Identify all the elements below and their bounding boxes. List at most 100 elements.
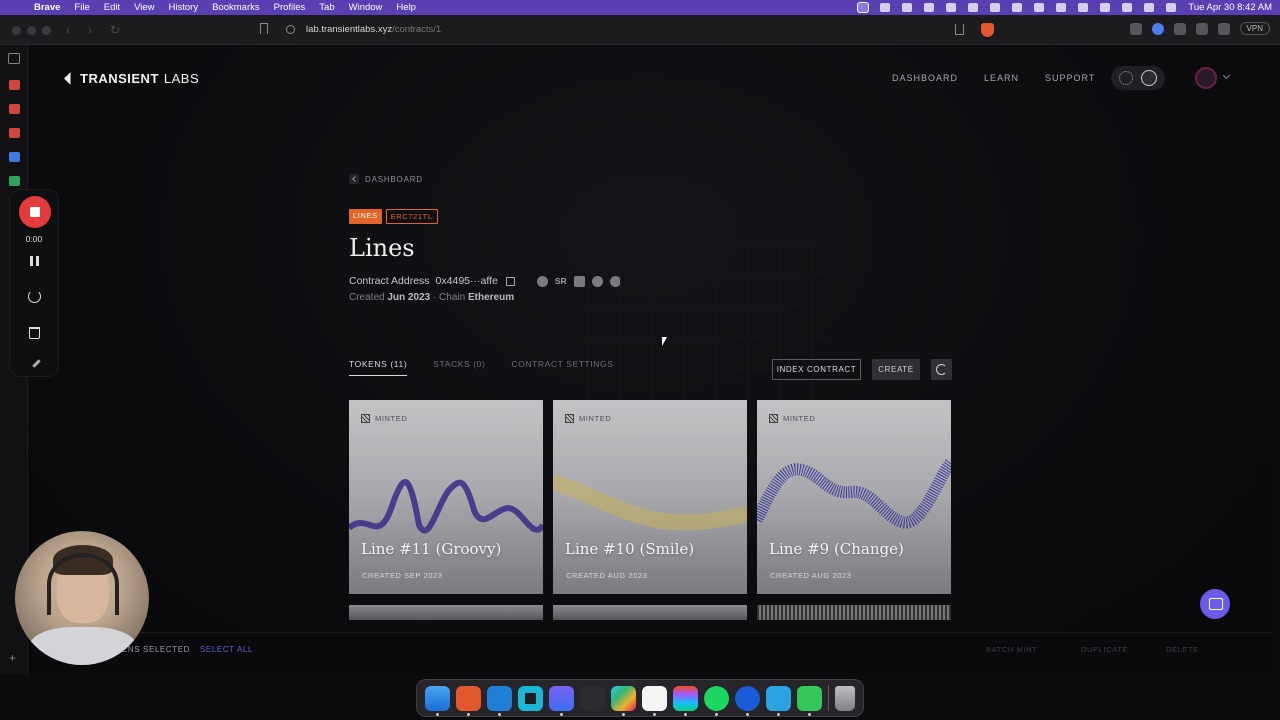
menu-app-name[interactable]: Brave: [34, 2, 60, 13]
token-card-partial[interactable]: [349, 605, 543, 620]
figma-tray-icon[interactable]: [902, 3, 913, 12]
transientlabs-logo[interactable]: TRANSIENT LABS: [64, 71, 199, 86]
stop-recording-button[interactable]: [19, 196, 51, 228]
webcam-bubble[interactable]: [15, 531, 149, 665]
create-button[interactable]: CREATE: [872, 359, 920, 380]
site-info-icon[interactable]: [286, 25, 295, 34]
tab-tokens[interactable]: TOKENS (11): [349, 359, 408, 376]
breadcrumb[interactable]: DASHBOARD: [349, 174, 423, 184]
extension-blue-icon[interactable]: [1151, 22, 1164, 35]
extension-icon[interactable]: [1129, 22, 1142, 35]
figma-icon[interactable]: [673, 685, 698, 716]
copy-icon[interactable]: [505, 276, 515, 286]
address-bar[interactable]: lab.transientlabs.xyz/contracts/1: [280, 20, 1000, 40]
sidebar-toggle-icon[interactable]: [8, 53, 20, 64]
batch-mint-button[interactable]: BATCH MINT: [986, 645, 1037, 654]
trash-icon[interactable]: [835, 685, 855, 711]
screen-share-icon[interactable]: [857, 2, 870, 13]
battery-icon[interactable]: [1100, 3, 1111, 12]
duplicate-button[interactable]: DUPLICATE: [1081, 645, 1128, 654]
cursor-app-icon[interactable]: [518, 685, 543, 711]
settings-icon[interactable]: [880, 3, 891, 12]
weather-icon[interactable]: [924, 3, 935, 12]
token-card-partial[interactable]: [553, 605, 747, 620]
window-minimize-button[interactable]: [27, 26, 36, 35]
wifi-icon[interactable]: [1122, 3, 1133, 12]
1password-icon[interactable]: [735, 685, 760, 716]
bookmark-icon[interactable]: [260, 23, 268, 34]
drive-icon[interactable]: [9, 176, 20, 186]
chevron-down-icon[interactable]: [1222, 71, 1231, 80]
forward-arrow-icon[interactable]: ›: [88, 23, 92, 37]
menu-window[interactable]: Window: [349, 2, 383, 13]
trash-icon[interactable]: [29, 327, 40, 339]
gmail-icon[interactable]: [9, 104, 20, 114]
token-card-partial[interactable]: [757, 605, 951, 620]
etherscan-icon[interactable]: [536, 275, 548, 287]
arc-icon[interactable]: [549, 685, 574, 716]
menu-edit[interactable]: Edit: [104, 2, 120, 13]
theme-toggle[interactable]: [1111, 66, 1165, 90]
brave-icon[interactable]: [456, 685, 481, 716]
calendar-icon[interactable]: [9, 152, 20, 162]
messages-icon[interactable]: [797, 685, 822, 716]
time-machine-icon[interactable]: [1034, 3, 1045, 12]
nav-learn[interactable]: LEARN: [984, 73, 1019, 83]
menu-profiles[interactable]: Profiles: [274, 2, 306, 13]
menu-help[interactable]: Help: [396, 2, 416, 13]
wallet-icon[interactable]: [1217, 22, 1230, 35]
token-card[interactable]: MINTED Line #9 (Change) CREATED AUG 2023: [757, 400, 951, 594]
address-value[interactable]: 0x4495···affe: [436, 275, 498, 287]
menu-tab[interactable]: Tab: [319, 2, 334, 13]
gmail-icon[interactable]: [9, 80, 20, 90]
slack-icon[interactable]: [611, 685, 636, 716]
url-text[interactable]: lab.transientlabs.xyz/contracts/1: [306, 24, 441, 35]
nav-support[interactable]: SUPPORT: [1045, 73, 1095, 83]
superrare-link[interactable]: SR: [555, 276, 567, 286]
sidebar-panel-icon[interactable]: [1195, 22, 1208, 35]
token-card[interactable]: MINTED Line #11 (Groovy) CREATED SEP 202…: [349, 400, 543, 594]
menu-file[interactable]: File: [74, 2, 89, 13]
refresh-icon[interactable]: [931, 359, 952, 380]
back-arrow-icon[interactable]: ‹: [66, 23, 70, 37]
support-chat-icon[interactable]: [1200, 589, 1230, 619]
chatgpt-icon[interactable]: [968, 3, 979, 12]
control-center-icon[interactable]: [1166, 3, 1177, 12]
brave-shields-icon[interactable]: [981, 23, 994, 37]
manifold-icon[interactable]: [573, 275, 585, 287]
discord-icon[interactable]: [1012, 3, 1023, 12]
reload-icon[interactable]: ↻: [110, 23, 120, 37]
notion-icon[interactable]: [642, 685, 667, 716]
menu-history[interactable]: History: [169, 2, 199, 13]
add-panel-icon[interactable]: +: [9, 651, 16, 665]
select-all-button[interactable]: SELECT ALL: [200, 645, 253, 654]
avatar[interactable]: [1195, 67, 1217, 89]
notification-icon[interactable]: [990, 3, 1001, 12]
pause-icon[interactable]: [30, 256, 39, 266]
headphones-icon[interactable]: [1056, 3, 1067, 12]
apple-icon[interactable]: [8, 3, 18, 13]
restart-icon[interactable]: [28, 290, 41, 303]
token-card[interactable]: MINTED Line #10 (Smile) CREATED AUG 2023: [553, 400, 747, 594]
finder-icon[interactable]: [425, 685, 450, 716]
search-icon[interactable]: [1144, 3, 1155, 12]
draw-icon[interactable]: [32, 359, 41, 368]
vpn-button[interactable]: VPN: [1239, 22, 1270, 35]
vscode-icon[interactable]: [487, 685, 512, 716]
window-close-button[interactable]: [12, 26, 21, 35]
menubar-clock[interactable]: Tue Apr 30 8:42 AM: [1188, 2, 1272, 13]
share-icon[interactable]: [955, 24, 964, 35]
index-contract-button[interactable]: INDEX CONTRACT: [772, 359, 861, 380]
menu-bookmarks[interactable]: Bookmarks: [212, 2, 260, 13]
extensions-puzzle-icon[interactable]: [1173, 22, 1186, 35]
telegram-icon[interactable]: [766, 685, 791, 716]
delete-button[interactable]: DELETE: [1166, 645, 1199, 654]
gmail-icon[interactable]: [9, 128, 20, 138]
arc-tray-icon[interactable]: [946, 3, 957, 12]
play-icon[interactable]: [1078, 3, 1089, 12]
window-zoom-button[interactable]: [42, 26, 51, 35]
nav-dashboard[interactable]: DASHBOARD: [892, 73, 958, 83]
menu-view[interactable]: View: [134, 2, 154, 13]
spotify-icon[interactable]: [704, 685, 729, 716]
tab-stacks[interactable]: STACKS (0): [433, 359, 485, 376]
